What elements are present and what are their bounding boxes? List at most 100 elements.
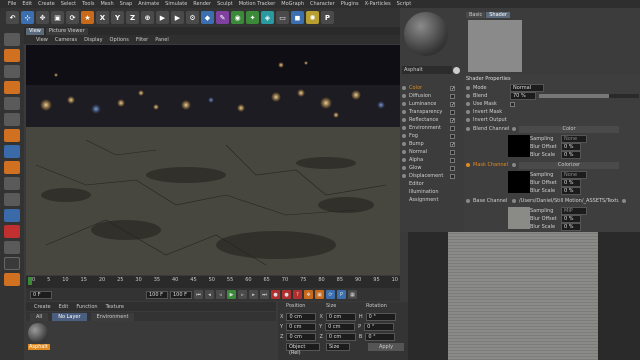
viewport-menu-panel[interactable]: Panel	[155, 37, 169, 43]
snap-icon[interactable]	[4, 177, 20, 190]
channel-diffusion[interactable]: Diffusion	[402, 92, 460, 100]
tab-shader[interactable]: Shader	[486, 12, 510, 18]
base-channel-swatch[interactable]	[508, 207, 530, 229]
play-icon[interactable]: ▶	[227, 290, 236, 299]
channel-bump[interactable]: Bump ✓	[402, 140, 460, 148]
menu-item-edit[interactable]: Edit	[22, 1, 32, 7]
menu-item-x-particles[interactable]: X-Particles	[365, 1, 391, 7]
menu-item-tools[interactable]: Tools	[82, 1, 94, 7]
tab-view[interactable]: View	[26, 28, 44, 35]
cloner-icon[interactable]: ✦	[246, 11, 259, 24]
menu-item-file[interactable]: File	[8, 1, 16, 7]
goto-end-icon[interactable]: ⏭	[260, 290, 269, 299]
solo-icon[interactable]	[4, 225, 20, 238]
material-menu-texture[interactable]: Texture	[106, 304, 124, 310]
pla-key-icon[interactable]: ▦	[348, 290, 357, 299]
viewport-menu-cameras[interactable]: Cameras	[55, 37, 77, 43]
menu-item-script[interactable]: Script	[397, 1, 412, 7]
x-axis-button[interactable]: X	[96, 11, 109, 24]
blur-scale-field-1[interactable]: 0 %	[561, 151, 581, 159]
brush-icon[interactable]	[4, 273, 20, 286]
floor-icon[interactable]: ▭	[276, 11, 289, 24]
python-icon[interactable]: P	[321, 11, 334, 24]
channel-checkbox[interactable]	[450, 149, 455, 155]
use-mask-checkbox[interactable]	[510, 101, 515, 107]
blend-channel-anim-icon[interactable]	[466, 127, 470, 131]
invert-output-anim-icon[interactable]	[466, 118, 470, 122]
menu-item-plugins[interactable]: Plugins	[341, 1, 359, 7]
menu-item-animate[interactable]: Animate	[138, 1, 159, 7]
channel-reflectance[interactable]: Reflectance ✓	[402, 116, 460, 124]
viewport-render[interactable]	[26, 45, 400, 275]
undo-icon[interactable]: ↶	[6, 11, 19, 24]
rotation-field[interactable]: 0 °	[365, 313, 396, 321]
blend-anim-icon[interactable]	[466, 94, 470, 98]
blend-channel-type[interactable]: Color	[519, 125, 619, 133]
tab-basic[interactable]: Basic	[466, 12, 486, 18]
filter-no-layer[interactable]: No Layer	[52, 312, 87, 321]
size-mode-select[interactable]: Size	[326, 343, 350, 351]
menu-item-mesh[interactable]: Mesh	[100, 1, 113, 7]
grid-icon[interactable]	[4, 257, 20, 270]
apply-button[interactable]: Apply	[368, 343, 404, 351]
deformer-icon[interactable]: ◈	[261, 11, 274, 24]
channel-luminance[interactable]: Luminance ✓	[402, 100, 460, 108]
material-name-field[interactable]: Asphalt	[402, 66, 452, 74]
blur-scale-field-2[interactable]: 0 %	[561, 187, 581, 195]
menu-item-simulate[interactable]: Simulate	[165, 1, 187, 7]
tab-picture-viewer[interactable]: Picture Viewer	[45, 28, 88, 35]
channel-checkbox[interactable]	[450, 125, 455, 131]
next-frame-icon[interactable]: ▹	[238, 290, 247, 299]
position-field[interactable]: 0 cm	[286, 313, 317, 321]
channel-environment[interactable]: Environment	[402, 124, 460, 132]
channel-checkbox[interactable]: ✓	[450, 141, 455, 147]
material-menu-create[interactable]: Create	[34, 304, 51, 310]
position-field[interactable]: 0 cm	[286, 323, 317, 331]
z-axis-button[interactable]: Z	[126, 11, 139, 24]
y-axis-button[interactable]: Y	[111, 11, 124, 24]
filter-environment[interactable]: Environment	[90, 312, 135, 321]
sampling-select-2[interactable]: None	[561, 171, 587, 179]
rot-key-icon[interactable]: ⟳	[326, 290, 335, 299]
render-settings-icon[interactable]: ⚙	[186, 11, 199, 24]
channel-assignment[interactable]: Assignment	[402, 196, 460, 204]
menu-item-mograph[interactable]: MoGraph	[281, 1, 304, 7]
render-view-icon[interactable]: ▶	[156, 11, 169, 24]
subdivision-icon[interactable]: ◉	[231, 11, 244, 24]
viewport-menu-options[interactable]: Options	[110, 37, 129, 43]
base-channel-browse-icon[interactable]	[622, 199, 626, 203]
model-mode-icon[interactable]	[4, 49, 20, 62]
blur-offset-field-2[interactable]: 0 %	[561, 179, 581, 187]
param-key-icon[interactable]: P	[337, 290, 346, 299]
workplane-icon[interactable]	[4, 81, 20, 94]
polygons-mode-icon[interactable]	[4, 129, 20, 142]
menu-item-snap[interactable]: Snap	[120, 1, 133, 7]
channel-editor[interactable]: Editor	[402, 180, 460, 188]
recent-icon[interactable]: ★	[81, 11, 94, 24]
rotate-icon[interactable]: ⟳	[66, 11, 79, 24]
live-select-icon[interactable]: ⊹	[21, 11, 34, 24]
menu-item-select[interactable]: Select	[61, 1, 76, 7]
prev-frame-icon[interactable]: ◃	[216, 290, 225, 299]
mask-channel-swatch[interactable]	[508, 171, 530, 193]
channel-checkbox[interactable]	[450, 157, 455, 163]
light-icon[interactable]: ✺	[306, 11, 319, 24]
size-field[interactable]: 0 cm	[325, 333, 356, 341]
blend-channel-swatch[interactable]	[508, 135, 530, 157]
position-field[interactable]: 0 cm	[286, 333, 317, 341]
rotation-field[interactable]: 0 °	[365, 333, 396, 341]
blur-offset-field-3[interactable]: 0 %	[561, 215, 581, 223]
channel-checkbox[interactable]: ✓	[450, 101, 455, 107]
cube-icon[interactable]: ◆	[201, 11, 214, 24]
channel-checkbox[interactable]	[450, 93, 455, 99]
blend-channel-menu-icon[interactable]	[512, 127, 516, 131]
menu-item-create[interactable]: Create	[38, 1, 55, 7]
channel-checkbox[interactable]	[450, 109, 455, 115]
next-key-icon[interactable]: ▸	[249, 290, 258, 299]
viewport-menu-view[interactable]: View	[36, 37, 48, 43]
channel-checkbox[interactable]	[450, 173, 455, 179]
use-mask-anim-icon[interactable]	[466, 102, 470, 106]
scale-icon[interactable]: ▣	[51, 11, 64, 24]
camera-icon[interactable]: ◼	[291, 11, 304, 24]
texture-mode-icon[interactable]	[4, 65, 20, 78]
